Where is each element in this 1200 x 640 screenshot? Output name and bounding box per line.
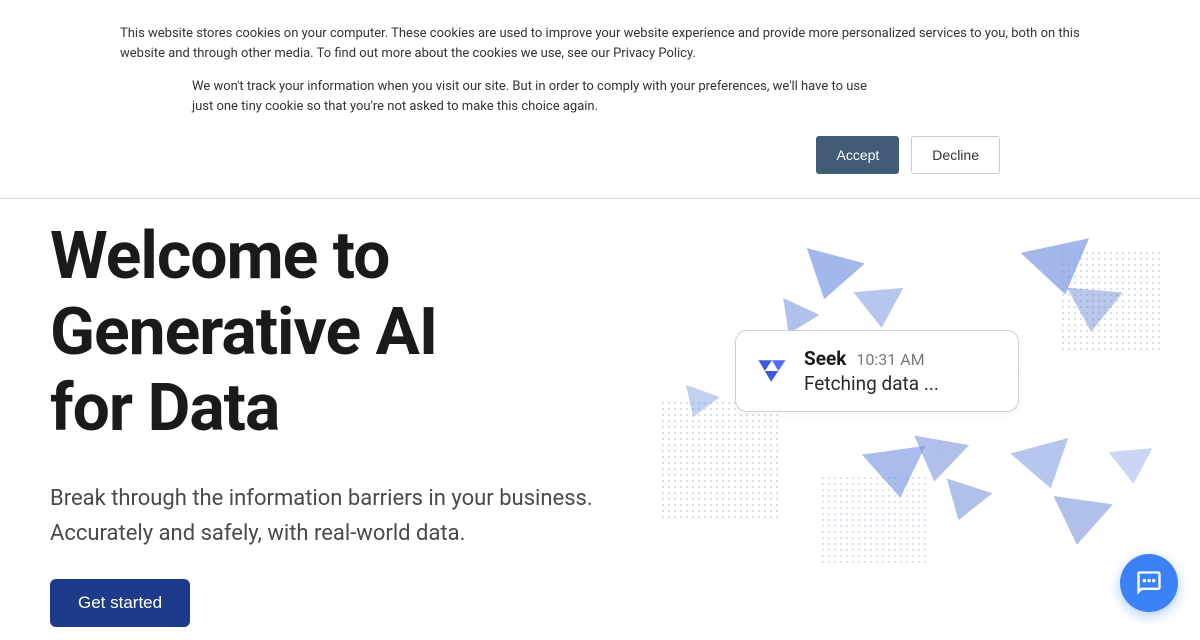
chat-bubble-icon — [1135, 569, 1163, 597]
cookie-description-1: This website stores cookies on your comp… — [120, 24, 1080, 63]
hero-title-line1: Welcome to — [50, 218, 389, 295]
get-started-button[interactable]: Get started — [50, 579, 190, 627]
hero-title-line3: for Data — [50, 370, 279, 447]
notification-content: Seek 10:31 AM Fetching data ... — [804, 347, 1000, 395]
hero-title-line2: Generative AI — [50, 294, 437, 371]
triangle-shape — [1109, 448, 1156, 486]
cookie-description-2: We won't track your information when you… — [192, 77, 880, 116]
hero-subtitle: Break through the information barriers i… — [50, 481, 610, 551]
triangle-shape — [853, 288, 906, 330]
decline-button[interactable]: Decline — [911, 136, 1000, 174]
triangle-shape — [936, 478, 993, 527]
notification-timestamp: 10:31 AM — [856, 350, 924, 369]
triangle-shape — [1010, 438, 1079, 496]
seek-logo-icon — [754, 353, 790, 389]
hero-illustration: Seek 10:31 AM Fetching data ... — [620, 245, 1200, 625]
dots-pattern — [660, 400, 780, 520]
triangle-shape — [1047, 496, 1113, 549]
cookie-consent-banner: This website stores cookies on your comp… — [0, 0, 1200, 199]
notification-status: Fetching data ... — [804, 372, 1000, 395]
notification-card: Seek 10:31 AM Fetching data ... — [735, 330, 1019, 412]
hero-subtitle-line2: Accurately and safely, with real-world d… — [50, 516, 610, 551]
chat-widget-button[interactable] — [1120, 554, 1178, 612]
notification-header: Seek 10:31 AM — [804, 347, 1000, 370]
notification-app-name: Seek — [804, 347, 846, 370]
hero-subtitle-line1: Break through the information barriers i… — [50, 481, 610, 516]
triangle-shape — [1063, 288, 1122, 335]
accept-button[interactable]: Accept — [816, 136, 899, 174]
triangle-shape — [862, 446, 932, 502]
cookie-button-row: Accept Decline — [120, 136, 1000, 174]
